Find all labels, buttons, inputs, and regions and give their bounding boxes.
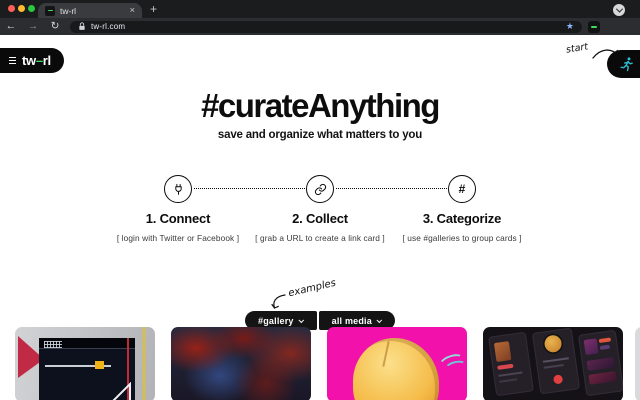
- logo-wordmark: tw–rl: [22, 53, 51, 68]
- gallery-card-design-poster[interactable]: [15, 327, 155, 400]
- chevron-down-icon: [376, 317, 382, 323]
- browser-toolbar: ← → ↻ tw-rl.com ★: [0, 18, 640, 35]
- collect-circle: [306, 175, 334, 203]
- tab-strip: tw-rl × +: [0, 0, 640, 18]
- new-tab-button[interactable]: +: [150, 3, 157, 15]
- maximize-traffic-light[interactable]: [28, 5, 35, 12]
- gallery-card-abstract-art[interactable]: [171, 327, 311, 400]
- twrl-extension-icon[interactable]: [588, 21, 600, 33]
- close-window-traffic-light[interactable]: [8, 5, 15, 12]
- step-categorize: # 3. Categorize [ use #galleries to grou…: [372, 175, 552, 243]
- url-text: tw-rl.com: [91, 22, 561, 31]
- bookmark-star-icon[interactable]: ★: [566, 22, 574, 31]
- blonde-hair-shape: [353, 338, 439, 400]
- tab-close-icon[interactable]: ×: [129, 6, 135, 16]
- browser-tab[interactable]: tw-rl ×: [38, 3, 142, 18]
- poster-yellow-line: [143, 327, 145, 400]
- twrl-favicon-icon: [45, 6, 55, 16]
- site-logo-menu[interactable]: tw–rl: [0, 48, 64, 73]
- connect-circle: [164, 175, 192, 203]
- gallery-card-app-ui[interactable]: [483, 327, 623, 400]
- browser-window: tw-rl × + ← → ↻ tw-rl.com ★ tw–rl start: [0, 0, 640, 400]
- phone-screen-mockup: [489, 333, 533, 395]
- phone-screen-mockup: [533, 329, 579, 394]
- link-icon: [314, 183, 327, 196]
- chevron-down-icon: [298, 317, 304, 323]
- back-icon[interactable]: ←: [0, 21, 22, 32]
- lock-icon: [78, 22, 86, 31]
- gallery-card-pink-illustration[interactable]: [327, 327, 467, 400]
- start-button[interactable]: [607, 50, 640, 78]
- filter-label: #gallery: [258, 316, 294, 326]
- page-subtitle: save and organize what matters to you: [0, 129, 640, 141]
- chevron-down-icon: [615, 5, 622, 12]
- page-title: #curateAnything: [0, 87, 640, 125]
- phone-screen-mockup: [579, 331, 623, 395]
- categorize-circle: #: [448, 175, 476, 203]
- examples-arrow-icon: [268, 293, 288, 311]
- hamburger-menu-icon: [9, 57, 16, 64]
- filter-label: all media: [332, 316, 372, 326]
- tab-search-button[interactable]: [613, 4, 625, 16]
- examples-handwritten-note: examples: [287, 278, 337, 300]
- start-handwritten-note: start: [565, 41, 589, 55]
- step-label: 3. Categorize: [372, 211, 552, 226]
- forward-icon[interactable]: →: [22, 21, 44, 32]
- plug-icon: [172, 183, 185, 196]
- gallery-card-partial[interactable]: [635, 327, 640, 400]
- reload-icon[interactable]: ↻: [44, 21, 66, 32]
- address-bar[interactable]: tw-rl.com ★: [70, 21, 582, 34]
- tab-title: tw-rl: [60, 6, 124, 16]
- poster-dark-panel: [39, 338, 135, 400]
- step-caption: [ use #galleries to group cards ]: [372, 233, 552, 243]
- hash-icon: #: [459, 182, 466, 196]
- runner-icon: [618, 56, 635, 73]
- minimize-traffic-light[interactable]: [18, 5, 25, 12]
